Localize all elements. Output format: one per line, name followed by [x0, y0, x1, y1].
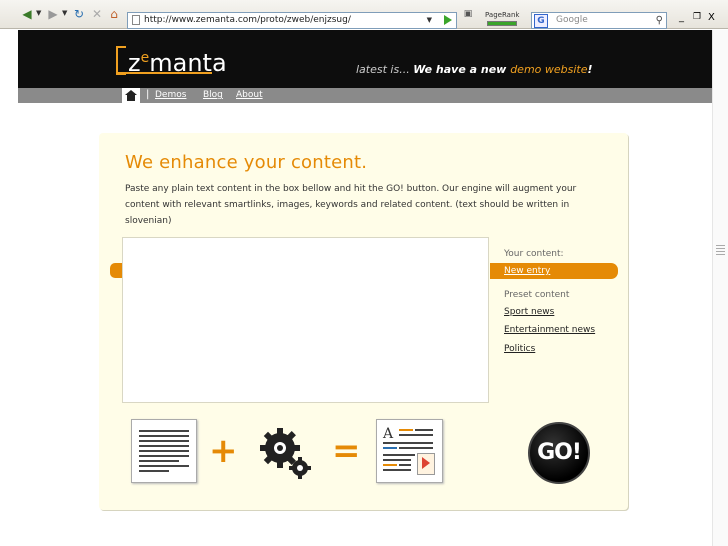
pagerank-bar — [487, 21, 517, 26]
restore-button[interactable]: ❐ — [693, 12, 701, 22]
enriched-document-icon: A — [376, 419, 443, 483]
forward-dropdown-icon[interactable]: ▼ — [62, 9, 67, 17]
preset-content-label: Preset content — [504, 290, 570, 300]
enriched-letter: A — [383, 426, 394, 442]
grip-line — [716, 251, 725, 252]
toolbar-widget-icon[interactable]: ▣ — [461, 6, 475, 22]
tagline-end: ! — [587, 63, 593, 76]
back-dropdown-icon[interactable]: ▼ — [36, 9, 41, 17]
tagline: latest is... We have a new demo website! — [356, 63, 593, 76]
plain-document-icon — [131, 419, 197, 483]
zemanta-logo[interactable]: zemanta — [118, 43, 227, 77]
scroll-grip[interactable] — [716, 245, 725, 259]
enriched-line — [383, 459, 411, 461]
thumbnail-shape — [422, 457, 430, 469]
plus-sign: + — [209, 431, 238, 471]
browser-toolbar: ◀ ▼ ▶ ▼ ↻ ✕ ⌂ http://www.zemanta.com/pro… — [0, 0, 728, 29]
doc-line — [139, 435, 189, 437]
home-browser-icon[interactable]: ⌂ — [107, 6, 121, 22]
search-icon[interactable]: ⚲ — [656, 13, 663, 28]
enriched-line — [399, 447, 433, 449]
preset-politics[interactable]: Politics — [504, 344, 535, 354]
stop-icon[interactable]: ✕ — [90, 6, 104, 22]
page-icon — [132, 15, 140, 25]
forward-icon[interactable]: ▶ — [46, 6, 60, 22]
enriched-line — [383, 442, 433, 444]
nav-about[interactable]: About — [236, 90, 263, 100]
preset-sport-news[interactable]: Sport news — [504, 307, 554, 317]
your-content-label: Your content: — [504, 249, 564, 259]
address-dropdown-icon[interactable]: ▼ — [427, 16, 432, 24]
close-button[interactable]: X — [708, 12, 715, 23]
search-placeholder[interactable]: Google — [556, 13, 588, 28]
home-icon[interactable] — [122, 88, 140, 103]
enriched-line — [399, 434, 433, 436]
enriched-line — [399, 429, 413, 431]
content-textarea[interactable] — [122, 237, 489, 403]
go-arrow-icon[interactable] — [444, 15, 452, 25]
address-bar[interactable]: http://www.zemanta.com/proto/zweb/enjzsu… — [127, 12, 457, 29]
intro-text: Paste any plain text content in the box … — [125, 184, 577, 226]
nav-separator: | — [146, 89, 150, 100]
gears-icon — [260, 428, 311, 479]
enriched-line — [415, 429, 433, 431]
tagline-strong: We have a new — [413, 63, 511, 76]
preset-entertainment-news[interactable]: Entertainment news — [504, 325, 595, 335]
back-icon[interactable]: ◀ — [20, 6, 34, 22]
home-base — [127, 95, 135, 101]
grip-line — [716, 248, 725, 249]
enriched-line — [399, 464, 411, 466]
go-button[interactable]: GO! — [528, 422, 590, 484]
page-title: We enhance your content. — [125, 152, 368, 173]
doc-line — [139, 470, 169, 472]
doc-line — [139, 465, 189, 467]
enriched-line — [383, 464, 397, 466]
doc-line — [139, 460, 179, 462]
page-scrollbar[interactable] — [712, 30, 728, 546]
address-text[interactable]: http://www.zemanta.com/proto/zweb/enjzsu… — [144, 13, 351, 28]
pagerank-label: PageRank — [485, 11, 520, 19]
tagline-demo-link[interactable]: demo website — [510, 63, 587, 76]
doc-line — [139, 430, 189, 432]
search-bar[interactable]: G Google ⚲ — [531, 12, 667, 29]
doc-line — [139, 455, 189, 457]
logo-underline — [116, 72, 212, 74]
reload-icon[interactable]: ↻ — [72, 6, 86, 22]
doc-line — [139, 445, 189, 447]
nav-demos[interactable]: Demos — [155, 90, 186, 100]
google-icon[interactable]: G — [534, 14, 548, 28]
tagline-prefix: latest is... — [356, 63, 414, 76]
doc-line — [139, 450, 189, 452]
enriched-line — [383, 454, 415, 456]
grip-line — [716, 245, 725, 246]
doc-line — [139, 440, 189, 442]
enriched-line — [383, 469, 411, 471]
equals-sign: = — [332, 431, 361, 471]
grip-line — [716, 254, 725, 255]
new-entry-tab[interactable]: New entry — [490, 263, 618, 279]
logo-e: e — [140, 50, 150, 66]
nav-blog[interactable]: Blog — [203, 90, 223, 100]
minimize-button[interactable]: _ — [679, 12, 684, 23]
enriched-image-thumbnail — [417, 453, 435, 475]
enriched-line — [383, 447, 397, 449]
